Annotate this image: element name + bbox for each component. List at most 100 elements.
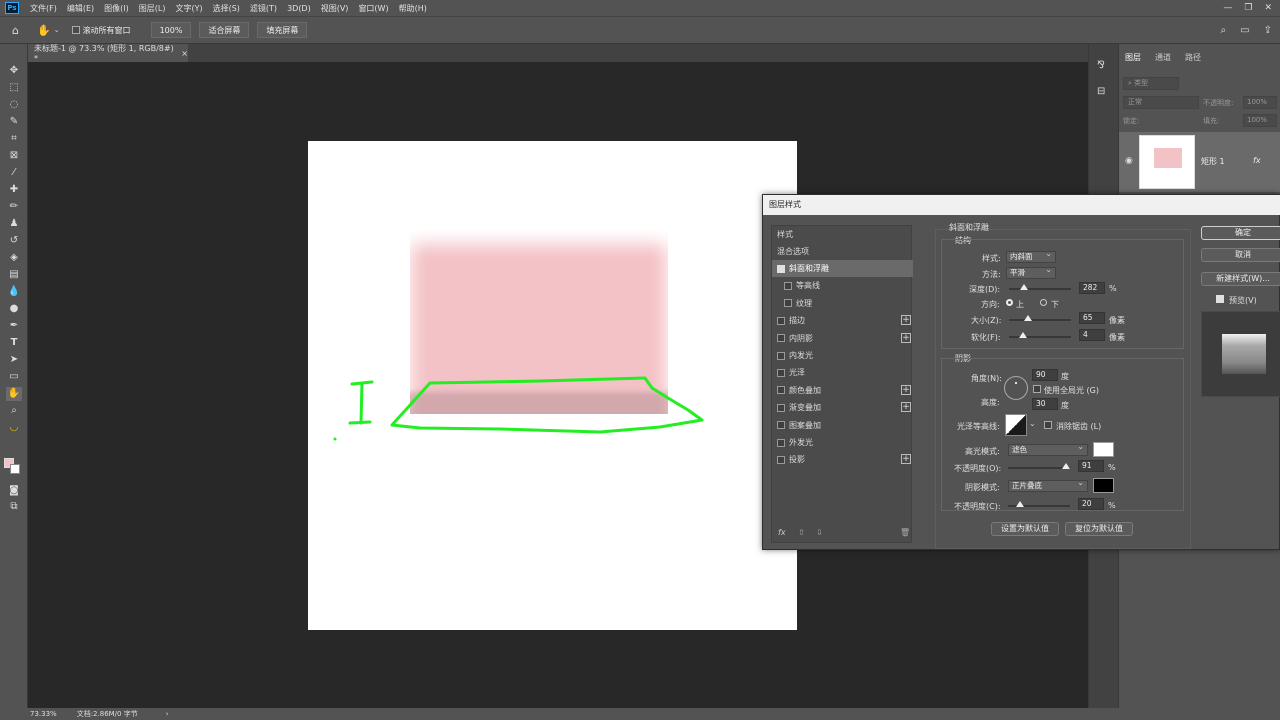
- trash-icon[interactable]: 🗑: [900, 528, 910, 537]
- style-item-checkbox[interactable]: [784, 299, 792, 308]
- depth-unit: %: [1109, 284, 1117, 293]
- gloss-contour-picker[interactable]: [1005, 414, 1027, 436]
- size-slider-thumb[interactable]: [1024, 315, 1032, 321]
- shadow-opacity-field[interactable]: 20: [1078, 498, 1104, 510]
- style-item-checkbox[interactable]: [777, 368, 785, 377]
- tab-paths[interactable]: 路径: [1185, 52, 1201, 63]
- fill-field[interactable]: 100%: [1243, 114, 1277, 127]
- add-effect-icon[interactable]: +: [901, 332, 911, 343]
- style-item-label: 投影: [789, 455, 805, 465]
- altitude-field[interactable]: 30: [1032, 398, 1058, 410]
- zoom-level[interactable]: 73.33%: [30, 710, 57, 718]
- bevel-style-select[interactable]: 内斜面: [1006, 249, 1056, 263]
- document-info: 文档:2.86M/0 字节: [76, 710, 138, 718]
- depth-slider-thumb[interactable]: [1020, 284, 1028, 290]
- style-item-label: 斜面和浮雕: [789, 264, 829, 273]
- styles-header-label: 样式: [777, 230, 793, 239]
- style-item[interactable]: 等高线: [772, 277, 913, 294]
- add-effect-icon[interactable]: +: [901, 454, 911, 465]
- style-item[interactable]: 外发光: [772, 434, 913, 451]
- style-item[interactable]: 斜面和浮雕: [772, 260, 913, 277]
- gloss-chevron-down-icon[interactable]: ⌄: [1029, 419, 1036, 428]
- style-item-checkbox[interactable]: [777, 264, 785, 273]
- style-item-checkbox[interactable]: [777, 334, 785, 343]
- style-item-checkbox[interactable]: [777, 316, 785, 325]
- bevel-section-title: 斜面和浮雕: [949, 223, 989, 232]
- styles-header[interactable]: 样式: [772, 226, 913, 243]
- style-item-checkbox[interactable]: [777, 438, 785, 447]
- add-effect-icon[interactable]: +: [901, 402, 911, 413]
- size-field[interactable]: 65: [1079, 312, 1105, 324]
- soften-field[interactable]: 4: [1079, 329, 1105, 341]
- global-light-checkbox[interactable]: [1033, 385, 1041, 393]
- layer-fx-icon[interactable]: fx: [1253, 156, 1261, 165]
- style-item[interactable]: 内阴影 +: [772, 330, 913, 347]
- angle-label: 角度(N):: [971, 374, 1002, 383]
- style-item-checkbox[interactable]: [777, 386, 785, 395]
- blend-options-item[interactable]: 混合选项: [772, 243, 913, 260]
- direction-label: 方向:: [981, 300, 1000, 309]
- shadow-mode-select[interactable]: 正片叠底: [1008, 478, 1088, 492]
- style-item[interactable]: 内发光: [772, 347, 913, 364]
- style-item-checkbox[interactable]: [777, 403, 785, 412]
- shadow-opacity-slider[interactable]: [1008, 501, 1070, 507]
- fx-icon[interactable]: fx: [778, 528, 786, 537]
- style-item-checkbox[interactable]: [777, 421, 785, 430]
- angle-field[interactable]: 90: [1032, 369, 1058, 381]
- reset-default-button[interactable]: 复位为默认值: [1065, 522, 1133, 536]
- highlight-mode-select[interactable]: 滤色: [1008, 442, 1088, 456]
- style-item[interactable]: 投影 +: [772, 451, 913, 468]
- technique-select[interactable]: 平滑: [1006, 265, 1056, 279]
- ok-button[interactable]: 确定: [1201, 226, 1280, 240]
- properties-panel-icon[interactable]: ⊟: [1097, 86, 1105, 97]
- add-effect-icon[interactable]: +: [901, 384, 911, 395]
- soften-slider[interactable]: [1009, 332, 1071, 338]
- history-panel-icon[interactable]: ⅋: [1097, 60, 1105, 71]
- highlight-opacity-field[interactable]: 91: [1078, 460, 1104, 472]
- highlight-color-swatch[interactable]: [1093, 442, 1114, 457]
- soften-slider-thumb[interactable]: [1019, 332, 1027, 338]
- add-effect-icon[interactable]: +: [901, 315, 911, 326]
- style-item-checkbox[interactable]: [777, 351, 785, 360]
- status-arrow-icon[interactable]: ›: [166, 710, 169, 718]
- new-style-button[interactable]: 新建样式(W)...: [1201, 272, 1280, 286]
- angle-dial[interactable]: [1004, 376, 1028, 400]
- highlight-opacity-thumb[interactable]: [1062, 463, 1070, 469]
- highlight-mode-label: 高光模式:: [965, 447, 1000, 456]
- style-item-label: 内阴影: [789, 333, 813, 343]
- size-slider[interactable]: [1009, 315, 1071, 321]
- angle-unit: 度: [1061, 372, 1069, 381]
- cancel-button[interactable]: 取消: [1201, 248, 1280, 262]
- highlight-opacity-slider[interactable]: [1008, 463, 1070, 469]
- shadow-color-swatch[interactable]: [1093, 478, 1114, 493]
- layer-row[interactable]: ◉ 矩形 1 fx: [1119, 132, 1280, 192]
- depth-field[interactable]: 282: [1079, 282, 1105, 294]
- antialias-checkbox[interactable]: [1044, 421, 1052, 429]
- style-item[interactable]: 图案叠加: [772, 417, 913, 434]
- blend-mode-select[interactable]: 正常: [1123, 96, 1199, 109]
- preview-checkbox[interactable]: [1216, 295, 1224, 303]
- visibility-eye-icon[interactable]: ◉: [1125, 156, 1133, 166]
- altitude-label: 高度:: [981, 398, 1000, 407]
- move-down-icon[interactable]: ⇩: [816, 528, 823, 537]
- tab-layers[interactable]: 图层: [1125, 52, 1141, 63]
- move-up-icon[interactable]: ⇧: [798, 528, 805, 537]
- make-default-button[interactable]: 设置为默认值: [991, 522, 1059, 536]
- style-item[interactable]: 颜色叠加 +: [772, 382, 913, 399]
- layer-name[interactable]: 矩形 1: [1201, 156, 1225, 167]
- style-item-checkbox[interactable]: [784, 281, 792, 290]
- style-item-checkbox[interactable]: [777, 455, 785, 464]
- style-item[interactable]: 渐变叠加 +: [772, 399, 913, 416]
- shadow-opacity-thumb[interactable]: [1016, 501, 1024, 507]
- depth-slider[interactable]: [1009, 284, 1071, 290]
- opacity-field[interactable]: 100%: [1243, 96, 1277, 109]
- tab-channels[interactable]: 通道: [1155, 52, 1171, 63]
- direction-down-label: 下: [1051, 300, 1059, 309]
- style-item-label: 光泽: [789, 368, 805, 378]
- direction-down-radio[interactable]: [1040, 299, 1047, 306]
- direction-up-radio[interactable]: [1006, 299, 1013, 306]
- style-item[interactable]: 光泽: [772, 364, 913, 381]
- layer-filter-field[interactable]: ⌕ 类型: [1123, 77, 1179, 90]
- style-item[interactable]: 纹理: [772, 295, 913, 312]
- style-item[interactable]: 描边 +: [772, 312, 913, 329]
